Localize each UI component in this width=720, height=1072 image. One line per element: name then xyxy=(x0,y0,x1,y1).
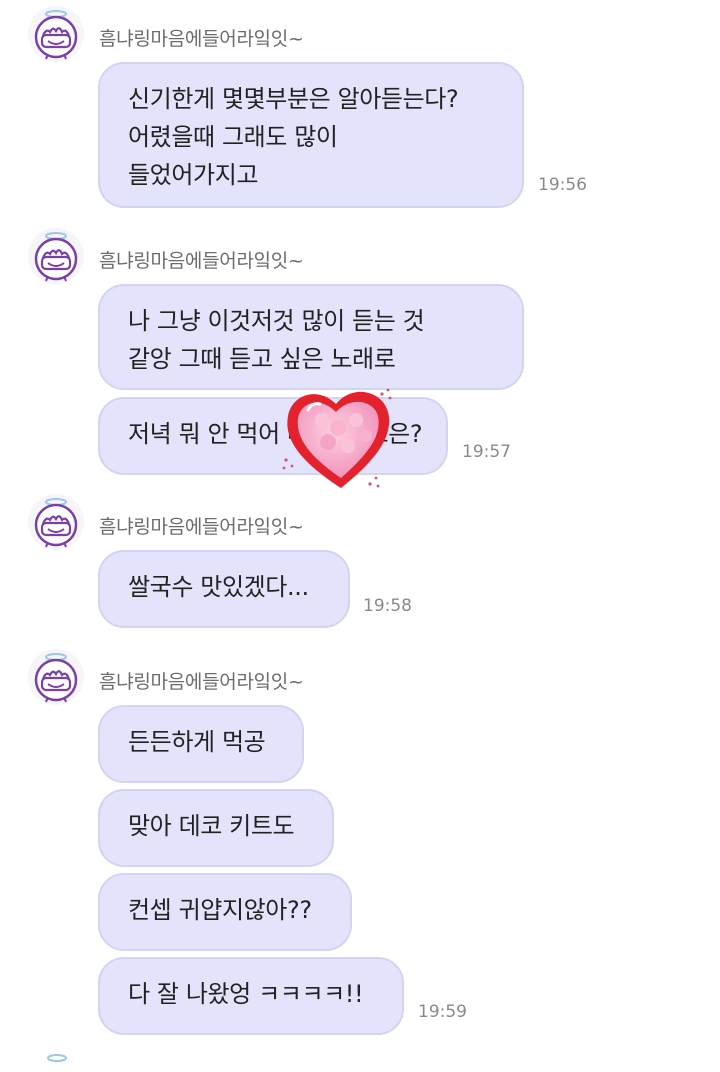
heart-sticker[interactable] xyxy=(278,380,408,498)
sprout-character-icon xyxy=(34,10,78,60)
message-time: 19:56 xyxy=(538,175,587,195)
message-time: 19:59 xyxy=(418,1002,467,1022)
message-time: 19:58 xyxy=(363,596,412,616)
message-time: 19:57 xyxy=(462,442,511,462)
chat-area: 흠냐링마음에들어라잌잇~ 신기한게 몇몇부분은 알아듣는다? 어렸을때 그래도 … xyxy=(0,0,720,1062)
sender-name: 흠냐링마음에들어라잌잇~ xyxy=(99,28,304,50)
message-bubble[interactable]: 컨셉 귀얍지않아?? xyxy=(98,873,352,951)
message-bubble[interactable]: 나 그냥 이것저것 많이 듣는 것 같앙 그때 듣고 싶은 노래로 xyxy=(98,284,524,390)
sender-name: 흠냐링마음에들어라잌잇~ xyxy=(99,250,304,272)
profile-avatar[interactable] xyxy=(28,649,84,705)
message-bubble[interactable]: 신기한게 몇몇부분은 알아듣는다? 어렸을때 그래도 많이 들었어가지고 xyxy=(98,62,524,208)
sprout-character-icon xyxy=(34,498,78,548)
message-bubble[interactable]: 든든하게 먹공 xyxy=(98,705,304,783)
profile-avatar[interactable] xyxy=(28,494,84,550)
profile-avatar[interactable] xyxy=(28,228,84,284)
message-bubble[interactable]: 다 잘 나왔엉 ㅋㅋㅋㅋ!! xyxy=(98,957,404,1035)
sender-name: 흠냐링마음에들어라잌잇~ xyxy=(99,671,304,693)
message-bubble[interactable]: 맞아 데코 키트도 xyxy=(98,789,334,867)
sprout-character-icon xyxy=(34,653,78,703)
sprout-character-icon xyxy=(34,232,78,282)
profile-avatar-partial[interactable] xyxy=(32,1052,82,1072)
profile-avatar[interactable] xyxy=(28,6,84,62)
sender-name: 흠냐링마음에들어라잌잇~ xyxy=(99,516,304,538)
message-bubble[interactable]: 쌀국수 맛있겠다... xyxy=(98,550,350,628)
